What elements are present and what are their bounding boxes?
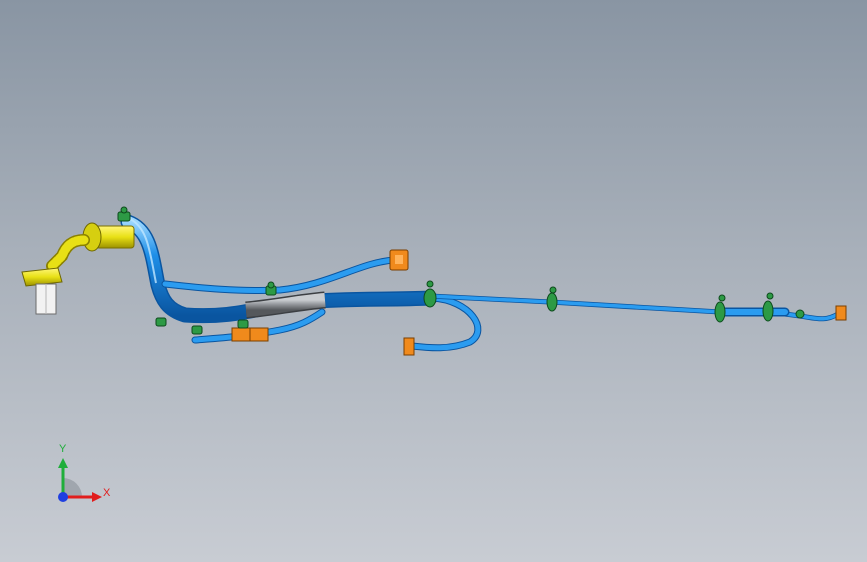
wire-harness-model[interactable]: [0, 0, 867, 562]
clip-8[interactable]: [155, 317, 167, 327]
triad-y-label: Y: [59, 443, 67, 455]
white-connector-housing[interactable]: [35, 283, 57, 315]
clip-7[interactable]: [795, 309, 805, 319]
clip-9[interactable]: [191, 325, 203, 335]
clip-5[interactable]: [714, 294, 726, 323]
clip-1[interactable]: [117, 206, 131, 222]
triad-x-arrow-icon: [92, 492, 102, 502]
convolute-sleeve[interactable]: [245, 291, 326, 319]
branch-long[interactable]: [427, 293, 841, 322]
clip-6[interactable]: [762, 292, 774, 322]
clip-3[interactable]: [423, 280, 437, 308]
main-connector[interactable]: [21, 222, 135, 287]
orange-connector-upper[interactable]: [389, 249, 409, 271]
branch-upper[interactable]: [161, 256, 399, 295]
clip-10[interactable]: [237, 319, 249, 329]
orange-connector-end[interactable]: [835, 305, 847, 321]
clip-2[interactable]: [265, 281, 277, 296]
triad-y-arrow-icon: [58, 458, 68, 468]
coordinate-triad: [58, 458, 102, 502]
orange-connector-block[interactable]: [231, 327, 269, 342]
orange-connector-loop[interactable]: [403, 337, 415, 356]
clip-4[interactable]: [546, 286, 558, 312]
triad-z-axis-icon: [58, 492, 68, 502]
graphics-viewport[interactable]: Y X: [0, 0, 867, 562]
triad-x-label: X: [103, 487, 111, 499]
